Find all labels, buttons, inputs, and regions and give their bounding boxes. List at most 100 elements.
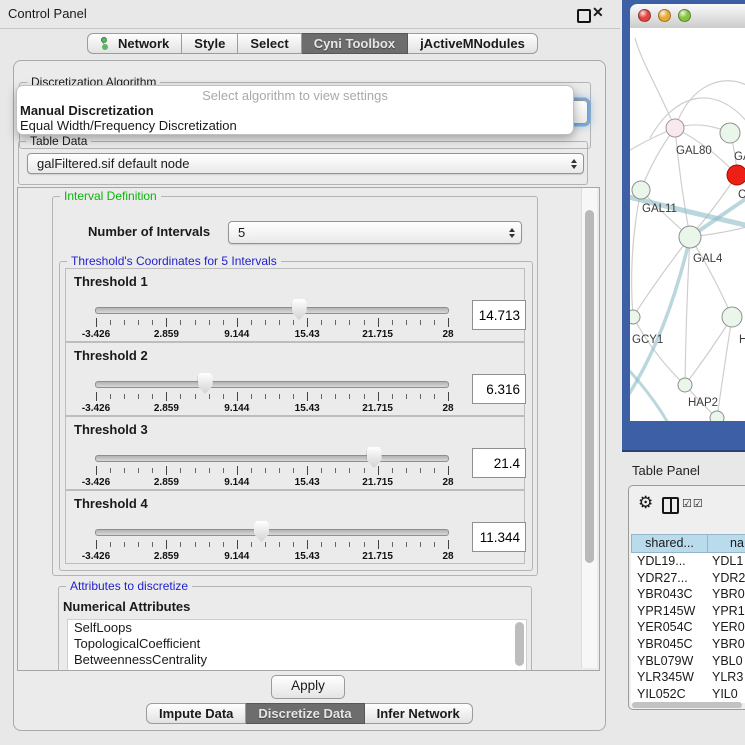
network-view-window: GAL80GACGAL11GAL4GCY1HHAP2 (622, 0, 745, 452)
node-label: GA (734, 151, 745, 163)
threshold-value-field[interactable] (472, 522, 526, 552)
cell-name: YBL0 (708, 653, 743, 670)
slider-thumb[interactable] (198, 373, 213, 394)
tab-network[interactable]: Network (87, 33, 182, 54)
attribute-item-betweennesscentrality[interactable]: BetweennessCentrality (68, 652, 526, 668)
node-label: H (739, 334, 745, 346)
network-node-gal4[interactable] (679, 226, 701, 248)
threshold-value-field[interactable] (472, 300, 526, 330)
numerical-attributes-list[interactable]: SelfLoopsTopologicalCoefficientBetweenne… (67, 619, 527, 671)
tab-impute-data[interactable]: Impute Data (146, 703, 246, 724)
table-panel-title: Table Panel (632, 463, 700, 478)
tab-jactivemnodules[interactable]: jActiveMNodules (408, 33, 538, 54)
network-node-hap2[interactable] (678, 378, 692, 392)
scrollbar-thumb[interactable] (585, 210, 594, 563)
table-row[interactable]: YER054CYER0 (631, 619, 745, 636)
algorithm-option-equal-width-frequency-discretization[interactable]: Equal Width/Frequency Discretization (20, 118, 237, 133)
algorithm-option-manual-discretization[interactable]: Manual Discretization (20, 103, 154, 118)
table-header-row: shared... na (631, 534, 745, 553)
tab-style[interactable]: Style (182, 33, 238, 54)
slider-track[interactable] (95, 307, 449, 314)
slider-ticks (96, 318, 448, 329)
slider-track[interactable] (95, 381, 449, 388)
zoom-traffic-light[interactable] (678, 9, 691, 22)
minimize-traffic-light[interactable] (658, 9, 671, 22)
float-window-icon[interactable] (577, 9, 591, 23)
table-row[interactable]: YIL052CYIL0 (631, 686, 745, 703)
thresholds-group: Threshold's Coordinates for 5 Intervals … (59, 261, 533, 571)
threshold-value-field[interactable] (472, 374, 526, 404)
tab-cyni-toolbox[interactable]: Cyni Toolbox (302, 33, 408, 54)
interval-definition-group: Interval Definition Number of Intervals … (52, 196, 538, 576)
close-icon[interactable]: ✕ (592, 4, 604, 21)
table-row[interactable]: YPR145WYPR1 (631, 603, 745, 620)
algorithm-dropdown-popup: Select algorithm to view settings Manual… (16, 85, 574, 135)
threshold-label: Threshold 2 (74, 348, 148, 363)
number-of-intervals-combobox[interactable]: 5 (228, 221, 522, 244)
node-label: GAL4 (693, 253, 723, 265)
network-node-gcy1[interactable] (630, 310, 640, 324)
table-row[interactable]: YBR043CYBR0 (631, 586, 745, 603)
horizontal-scrollbar[interactable] (632, 702, 742, 708)
slider-thumb[interactable] (292, 299, 307, 320)
network-node-gal80[interactable] (666, 119, 684, 137)
cell-name: YER0 (708, 619, 745, 636)
cell-shared-name: YDL19... (631, 553, 708, 570)
table-row[interactable]: YBL079WYBL0 (631, 653, 745, 670)
cell-shared-name: YBL079W (631, 653, 708, 670)
number-of-intervals-label: Number of Intervals (88, 224, 210, 239)
threshold-panel: Threshold 3 -3.4262.8599.14415.4321.7152… (65, 416, 525, 490)
table-row[interactable]: YDR27...YDR2 (631, 570, 745, 587)
column-checkboxes-icon[interactable]: ☑☑ (682, 497, 704, 510)
table-row[interactable]: YLR345WYLR3 (631, 669, 745, 686)
top-tab-bar: NetworkStyleSelectCyni ToolboxjActiveMNo… (87, 33, 538, 54)
table-data-group: Table Data galFiltered.sif default node (18, 141, 588, 185)
cell-name: YBR0 (708, 586, 745, 603)
network-node-h[interactable] (722, 307, 742, 327)
table-data-value: galFiltered.sif default node (37, 156, 189, 171)
tab-select[interactable]: Select (238, 33, 301, 54)
column-header-name[interactable]: na (708, 534, 745, 553)
network-graph[interactable]: GAL80GACGAL11GAL4GCY1HHAP2 (630, 28, 745, 421)
table-row[interactable]: YDL19...YDL1 (631, 553, 745, 570)
intervals-value: 5 (238, 225, 245, 240)
cell-shared-name: YDR27... (631, 570, 708, 587)
table-row[interactable]: YBR045CYBR0 (631, 636, 745, 653)
cell-shared-name: YIL052C (631, 686, 708, 703)
node-label: C (738, 189, 745, 201)
cell-shared-name: YBR045C (631, 636, 708, 653)
tab-label: Discretize Data (258, 706, 351, 721)
apply-button[interactable]: Apply (271, 675, 345, 699)
cell-name: YLR3 (708, 669, 743, 686)
list-scrollbar[interactable] (515, 622, 524, 666)
gear-icon[interactable]: ⚙ (638, 493, 653, 513)
column-header-shared-name[interactable]: shared... (631, 534, 708, 553)
tab-discretize-data[interactable]: Discretize Data (246, 703, 364, 724)
network-node[interactable] (710, 411, 724, 421)
network-canvas[interactable]: GAL80GACGAL11GAL4GCY1HHAP2 (630, 28, 745, 421)
slider-track[interactable] (95, 455, 449, 462)
slider-thumb[interactable] (254, 521, 269, 542)
cell-name: YPR1 (708, 603, 745, 620)
split-columns-icon[interactable] (662, 497, 679, 514)
network-window-titlebar[interactable] (630, 4, 745, 29)
threshold-panel: Threshold 4 -3.4262.8599.14415.4321.7152… (65, 490, 525, 564)
combo-stepper-icon (509, 228, 515, 238)
network-node-gal11[interactable] (632, 181, 650, 199)
tab-infer-network[interactable]: Infer Network (365, 703, 473, 724)
cell-name: YBR0 (708, 636, 745, 653)
attribute-item-selfloops[interactable]: SelfLoops (68, 620, 526, 636)
threshold-panel: Threshold 2 -3.4262.8599.14415.4321.7152… (65, 342, 525, 416)
threshold-value-field[interactable] (472, 448, 526, 478)
network-node-c[interactable] (727, 165, 745, 185)
slider-track[interactable] (95, 529, 449, 536)
close-traffic-light[interactable] (638, 9, 651, 22)
slider-thumb[interactable] (367, 447, 382, 468)
network-node-ga[interactable] (720, 123, 740, 143)
attribute-item-topologicalcoefficient[interactable]: TopologicalCoefficient (68, 636, 526, 652)
vertical-scrollbar[interactable] (581, 188, 597, 668)
table-data-combobox[interactable]: galFiltered.sif default node (27, 153, 584, 174)
attributes-group: Attributes to discretize Numerical Attri… (58, 586, 532, 671)
node-label: GCY1 (632, 334, 663, 346)
network-icon (100, 37, 112, 50)
